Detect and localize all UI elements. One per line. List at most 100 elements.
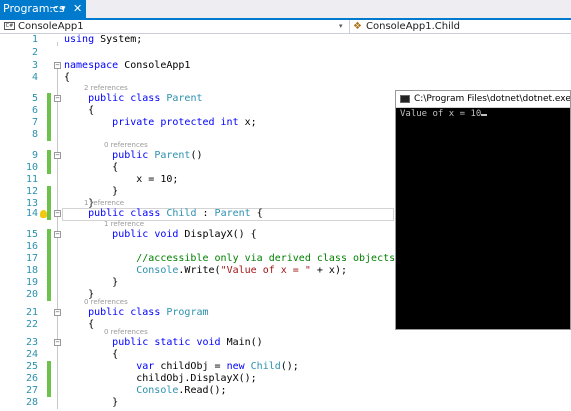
change-indicator bbox=[47, 265, 51, 277]
line-number: 4 bbox=[31, 72, 38, 83]
code-text: x = 10; bbox=[64, 174, 179, 185]
line-number: 1 bbox=[31, 34, 38, 45]
collapse-icon[interactable]: − bbox=[54, 210, 61, 217]
change-indicator bbox=[47, 105, 51, 117]
code-line: 25 var childObj = new Child(); bbox=[0, 361, 571, 373]
line-number: 19 bbox=[25, 277, 38, 288]
project-dropdown[interactable]: C# ConsoleApp1 ▾ bbox=[2, 20, 347, 33]
project-dropdown-label: ConsoleApp1 bbox=[18, 21, 84, 32]
lightbulb-icon[interactable] bbox=[40, 210, 47, 218]
line-number: 7 bbox=[31, 117, 38, 128]
change-indicator bbox=[47, 277, 51, 289]
line-number: 24 bbox=[25, 349, 38, 360]
csharp-project-icon: C# bbox=[4, 22, 15, 30]
line-number: 12 bbox=[25, 186, 38, 197]
pin-icon[interactable]: ꟷ bbox=[50, 0, 57, 18]
code-text: public class Program bbox=[88, 307, 209, 318]
collapse-icon[interactable]: − bbox=[54, 95, 61, 102]
code-text: public class Child : Parent { bbox=[88, 208, 263, 219]
code-text: { bbox=[64, 162, 119, 173]
chevron-down-icon[interactable]: ▾ bbox=[61, 0, 66, 18]
code-text: public Parent() bbox=[112, 150, 203, 161]
navigation-bar: C# ConsoleApp1 ▾ ❖ ConsoleApp1.Child bbox=[0, 20, 571, 34]
change-indicator bbox=[47, 361, 51, 373]
line-number: 16 bbox=[25, 241, 38, 252]
document-tab-strip: Program.cs ꟷ ▾ ✕ bbox=[0, 0, 571, 20]
chevron-down-icon[interactable]: ▾ bbox=[339, 20, 343, 33]
line-number: 2 bbox=[31, 47, 38, 58]
collapse-icon[interactable]: − bbox=[54, 152, 61, 159]
code-text: } bbox=[64, 186, 119, 197]
change-indicator bbox=[47, 117, 51, 129]
code-line: 3 − namespace ConsoleApp1 bbox=[0, 60, 571, 72]
change-indicator bbox=[47, 241, 51, 253]
line-number: 26 bbox=[25, 373, 38, 384]
code-line: 28 } bbox=[0, 397, 571, 409]
code-line: 1 using System; bbox=[0, 34, 571, 46]
change-indicator bbox=[47, 93, 51, 105]
collapse-icon[interactable]: − bbox=[54, 309, 61, 316]
change-indicator bbox=[47, 162, 51, 174]
change-indicator bbox=[47, 150, 51, 162]
code-text: Console.Read(); bbox=[136, 385, 227, 396]
code-text: Console.Write("Value of x = " + x); bbox=[136, 265, 347, 276]
line-number: 23 bbox=[25, 337, 38, 348]
change-indicator bbox=[47, 373, 51, 385]
change-indicator bbox=[47, 186, 51, 198]
terminal-icon bbox=[400, 95, 410, 103]
code-text: using System; bbox=[64, 34, 143, 45]
line-number: 11 bbox=[25, 174, 38, 185]
console-title: C:\Program Files\dotnet\dotnet.exe bbox=[414, 94, 570, 104]
code-line: 4 { bbox=[0, 72, 571, 84]
code-text: } bbox=[64, 397, 119, 408]
line-number: 28 bbox=[25, 397, 38, 408]
change-indicator bbox=[47, 229, 51, 241]
tab-program-cs[interactable]: Program.cs ꟷ ▾ ✕ bbox=[0, 0, 86, 18]
console-title-bar[interactable]: C:\Program Files\dotnet\dotnet.exe bbox=[396, 91, 570, 108]
line-number: 9 bbox=[31, 150, 38, 161]
line-number: 8 bbox=[31, 129, 38, 140]
change-indicator bbox=[47, 129, 51, 141]
line-number: 27 bbox=[25, 385, 38, 396]
code-text: namespace ConsoleApp1 bbox=[64, 60, 191, 71]
code-line: 27 Console.Read(); bbox=[0, 385, 571, 397]
code-text: { bbox=[64, 105, 95, 116]
code-text: var childObj = new Child(); bbox=[136, 361, 299, 372]
line-number: 14 bbox=[25, 208, 38, 219]
code-text: public static void Main() bbox=[112, 337, 263, 348]
code-line: 26 childObj.DisplayX(); bbox=[0, 373, 571, 385]
code-line: 2 bbox=[0, 47, 571, 59]
collapse-icon[interactable]: − bbox=[54, 62, 61, 69]
code-text: private protected int x; bbox=[112, 117, 257, 128]
collapse-icon[interactable]: − bbox=[54, 339, 61, 346]
code-text: //accessible only via derived class obje… bbox=[136, 253, 396, 264]
code-text: } bbox=[64, 277, 119, 288]
line-number: 5 bbox=[31, 93, 38, 104]
member-dropdown[interactable]: ❖ ConsoleApp1.Child bbox=[349, 20, 571, 33]
class-icon: ❖ bbox=[353, 21, 362, 32]
line-number: 25 bbox=[25, 361, 38, 372]
code-text: public class Parent bbox=[88, 93, 203, 104]
line-number: 17 bbox=[25, 253, 38, 264]
code-text: public void DisplayX() { bbox=[112, 229, 257, 240]
collapse-icon[interactable]: − bbox=[54, 231, 61, 238]
console-output: Value of x = 10 bbox=[400, 109, 488, 120]
line-number: 18 bbox=[25, 265, 38, 276]
line-number: 3 bbox=[31, 60, 38, 71]
code-line: 24 { bbox=[0, 349, 571, 361]
line-number: 6 bbox=[31, 105, 38, 116]
member-dropdown-label: ConsoleApp1.Child bbox=[366, 21, 460, 32]
code-text: { bbox=[64, 72, 71, 83]
code-line: 23 − public static void Main() bbox=[0, 337, 571, 349]
change-indicator bbox=[47, 208, 51, 220]
line-number: 15 bbox=[25, 229, 38, 240]
line-number: 21 bbox=[25, 307, 38, 318]
code-text: { bbox=[64, 349, 119, 360]
code-text: childObj.DisplayX(); bbox=[64, 373, 257, 384]
close-icon[interactable]: ✕ bbox=[73, 0, 82, 18]
change-indicator bbox=[47, 253, 51, 265]
line-number: 10 bbox=[25, 162, 38, 173]
change-indicator bbox=[47, 385, 51, 397]
console-window[interactable]: C:\Program Files\dotnet\dotnet.exe Value… bbox=[395, 90, 571, 330]
text-cursor bbox=[481, 114, 488, 116]
